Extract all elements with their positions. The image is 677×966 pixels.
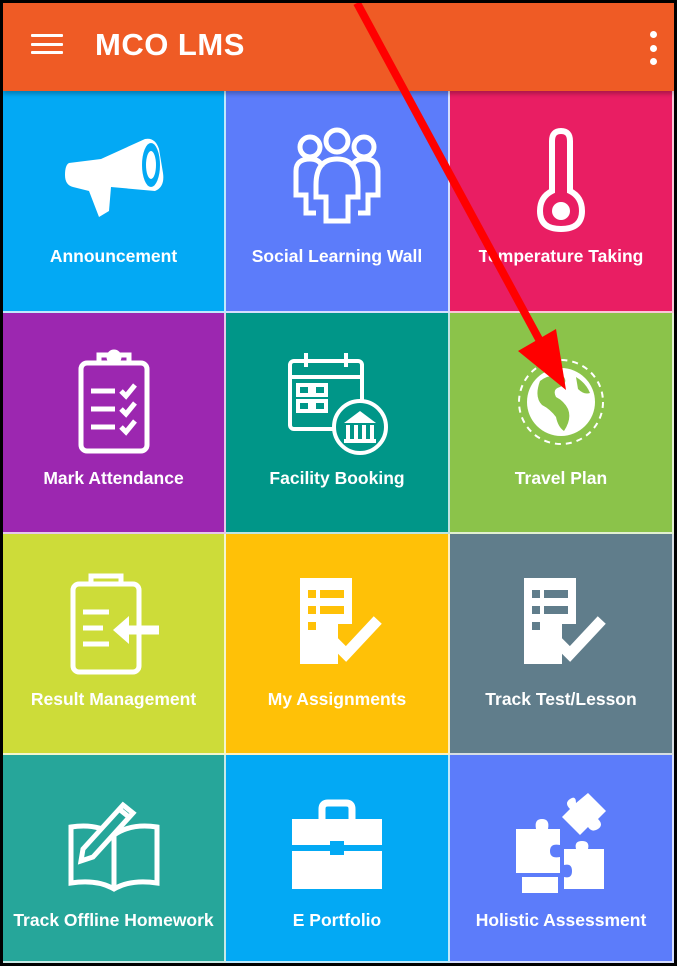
- tile-temperature-taking[interactable]: Temperature Taking: [450, 91, 674, 313]
- document-check-icon: [506, 568, 616, 678]
- tile-travel-plan[interactable]: Travel Plan: [450, 313, 674, 534]
- tile-label: Announcement: [49, 246, 178, 266]
- tile-result-management[interactable]: Result Management: [3, 534, 226, 755]
- globe-icon: [506, 347, 616, 457]
- tile-label: Track Offline Homework: [13, 910, 214, 930]
- app-bar: MCO LMS: [3, 3, 674, 91]
- tile-label: Holistic Assessment: [475, 910, 647, 930]
- tile-holistic-assessment[interactable]: Holistic Assessment: [450, 755, 674, 963]
- document-check-icon: [282, 568, 392, 678]
- tile-track-offline-homework[interactable]: Track Offline Homework: [3, 755, 226, 963]
- hamburger-menu-icon[interactable]: [31, 29, 63, 59]
- briefcase-icon: [282, 789, 392, 899]
- tile-label: Facility Booking: [269, 468, 405, 488]
- tile-label: Track Test/Lesson: [485, 689, 637, 709]
- megaphone-icon: [59, 125, 169, 235]
- group-icon: [282, 125, 392, 235]
- tile-label: Temperature Taking: [478, 246, 644, 266]
- tile-announcement[interactable]: Announcement: [3, 91, 226, 313]
- tile-label: E Portfolio: [292, 910, 382, 930]
- calendar-building-icon: [282, 347, 392, 457]
- more-vert-icon[interactable]: [646, 31, 660, 65]
- tile-social-learning-wall[interactable]: Social Learning Wall: [226, 91, 450, 313]
- tile-my-assignments[interactable]: My Assignments: [226, 534, 450, 755]
- book-pen-icon: [59, 789, 169, 899]
- app-frame: MCO LMS Announcement Social Learning Wal…: [0, 0, 677, 966]
- tile-facility-booking[interactable]: Facility Booking: [226, 313, 450, 534]
- tile-label: Social Learning Wall: [251, 246, 423, 266]
- tile-track-test-lesson[interactable]: Track Test/Lesson: [450, 534, 674, 755]
- tile-label: Mark Attendance: [43, 468, 184, 488]
- tile-label: Result Management: [30, 689, 197, 709]
- puzzle-icon: [506, 789, 616, 899]
- clipboard-import-icon: [59, 568, 169, 678]
- thermometer-icon: [506, 125, 616, 235]
- tile-e-portfolio[interactable]: E Portfolio: [226, 755, 450, 963]
- app-title: MCO LMS: [95, 27, 245, 62]
- clipboard-checklist-icon: [59, 347, 169, 457]
- tile-label: Travel Plan: [514, 468, 608, 488]
- module-grid: Announcement Social Learning Wall Temper…: [3, 91, 674, 963]
- tile-label: My Assignments: [267, 689, 407, 709]
- tile-mark-attendance[interactable]: Mark Attendance: [3, 313, 226, 534]
